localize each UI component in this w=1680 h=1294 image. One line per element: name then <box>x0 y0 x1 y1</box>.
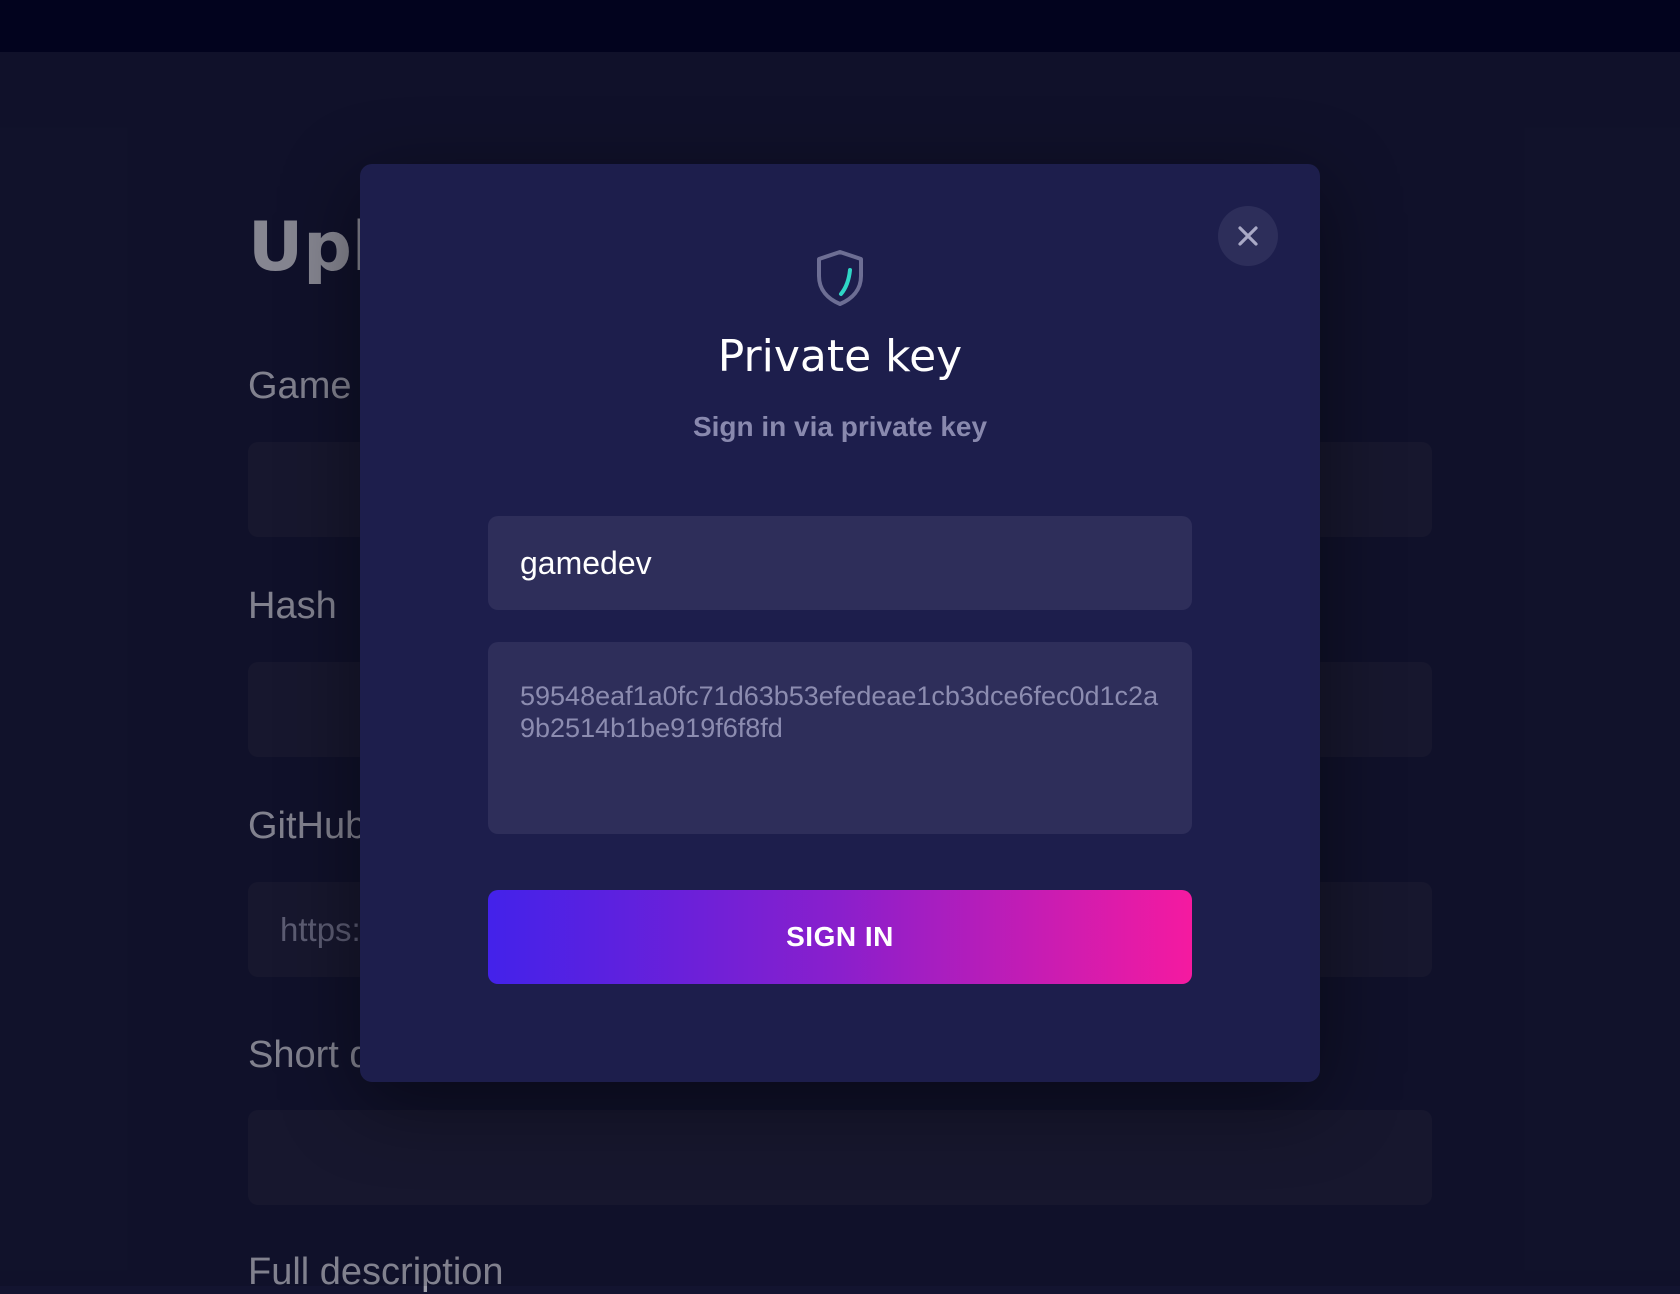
sign-in-button[interactable]: SIGN IN <box>488 890 1192 984</box>
shield-icon <box>817 250 863 306</box>
username-input[interactable] <box>488 516 1192 610</box>
modal-title: Private key <box>717 331 963 382</box>
private-key-input[interactable]: 59548eaf1a0fc71d63b53efedeae1cb3dce6fec0… <box>488 642 1192 834</box>
close-icon <box>1238 226 1258 246</box>
close-button[interactable] <box>1218 206 1278 266</box>
private-key-modal: Private key Sign in via private key 5954… <box>360 164 1320 1082</box>
modal-subtitle: Sign in via private key <box>692 411 988 442</box>
